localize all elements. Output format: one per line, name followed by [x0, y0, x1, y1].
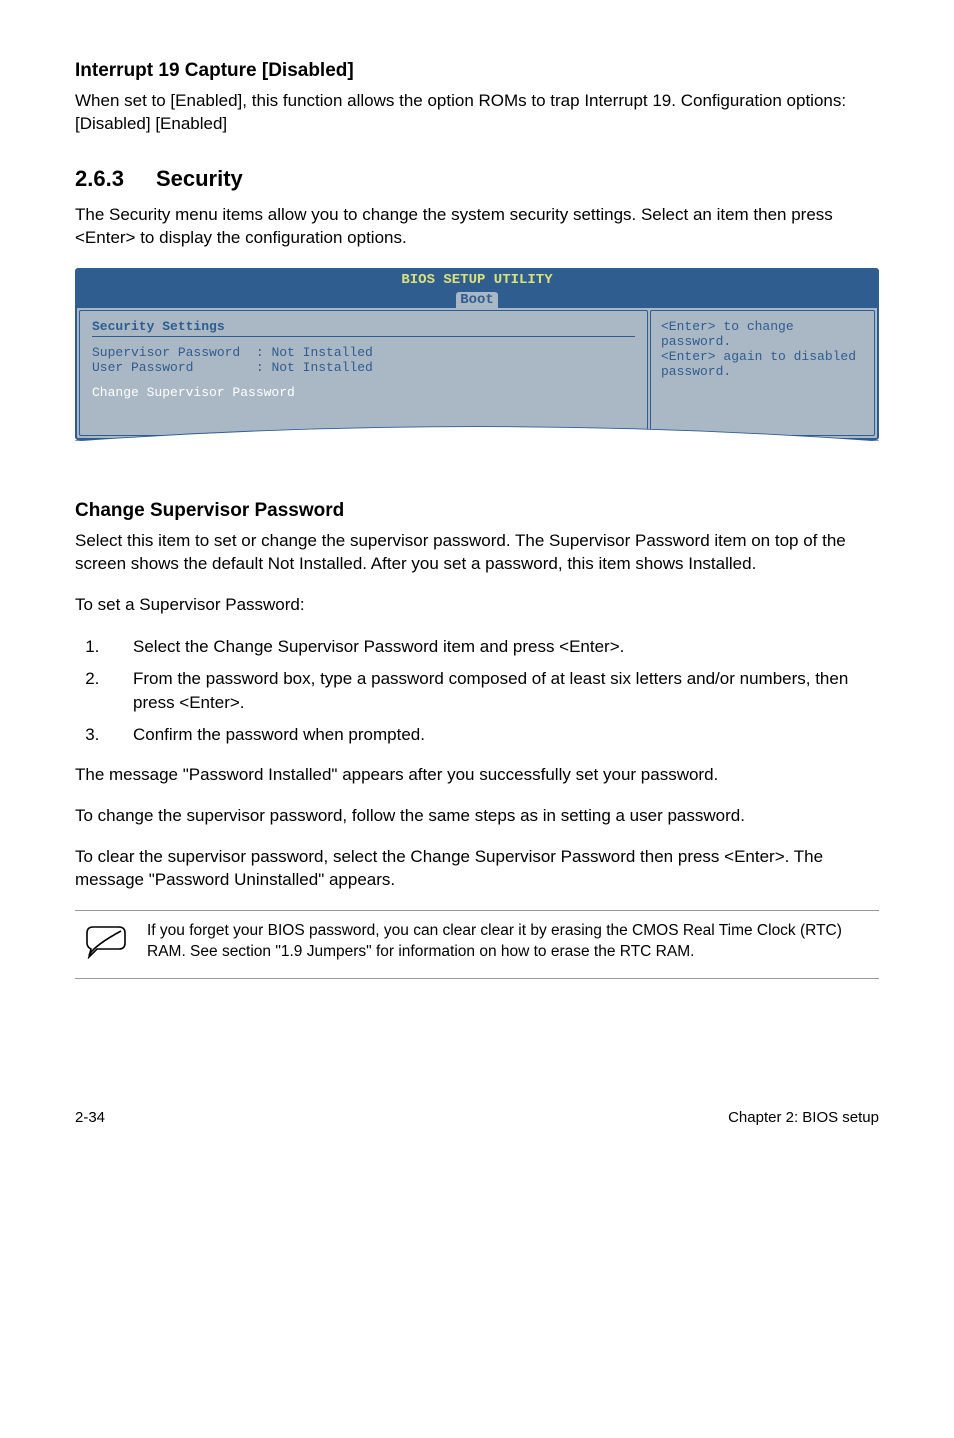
bios-screenshot: BIOS SETUP UTILITY Boot Security Setting… — [75, 268, 879, 441]
step-item: Confirm the password when prompted. — [123, 723, 879, 747]
interrupt-body: When set to [Enabled], this function all… — [75, 90, 879, 136]
bios-settings-panel: Security Settings Supervisor Password : … — [79, 310, 648, 436]
bios-help-text: <Enter> to change password. <Enter> agai… — [661, 319, 864, 379]
step-item: Select the Change Supervisor Password it… — [123, 635, 879, 659]
security-heading: 2.6.3 Security — [75, 166, 879, 192]
page-footer: 2-34 Chapter 2: BIOS setup — [0, 1109, 954, 1166]
bios-selected-item: Change Supervisor Password — [92, 385, 635, 400]
step-item: From the password box, type a password c… — [123, 667, 879, 715]
bios-settings-title: Security Settings — [92, 319, 635, 334]
change-supervisor-p2: To set a Supervisor Password: — [75, 594, 879, 617]
steps-list: Select the Change Supervisor Password it… — [75, 635, 879, 746]
bios-tab-boot: Boot — [456, 292, 498, 309]
note-icon — [75, 921, 127, 964]
chapter-label: Chapter 2: BIOS setup — [728, 1109, 879, 1126]
change-supervisor-p4: To change the supervisor password, follo… — [75, 805, 879, 828]
bios-row-supervisor: Supervisor Password : Not Installed — [92, 345, 635, 360]
change-supervisor-heading: Change Supervisor Password — [75, 500, 879, 522]
change-supervisor-p1: Select this item to set or change the su… — [75, 530, 879, 576]
divider — [92, 336, 635, 337]
note-box: If you forget your BIOS password, you ca… — [75, 910, 879, 979]
change-supervisor-p5: To clear the supervisor password, select… — [75, 846, 879, 892]
bios-utility-title: BIOS SETUP UTILITY — [77, 272, 877, 289]
section-number: 2.6.3 — [75, 166, 124, 192]
bios-row-user: User Password : Not Installed — [92, 360, 635, 375]
note-text: If you forget your BIOS password, you ca… — [147, 921, 879, 963]
bios-header: BIOS SETUP UTILITY Boot — [77, 270, 877, 309]
interrupt-heading: Interrupt 19 Capture [Disabled] — [75, 60, 879, 82]
change-supervisor-p3: The message "Password Installed" appears… — [75, 764, 879, 787]
bios-help-panel: <Enter> to change password. <Enter> agai… — [650, 310, 875, 436]
security-body: The Security menu items allow you to cha… — [75, 204, 879, 250]
page-number: 2-34 — [75, 1109, 105, 1126]
section-title: Security — [156, 166, 243, 191]
